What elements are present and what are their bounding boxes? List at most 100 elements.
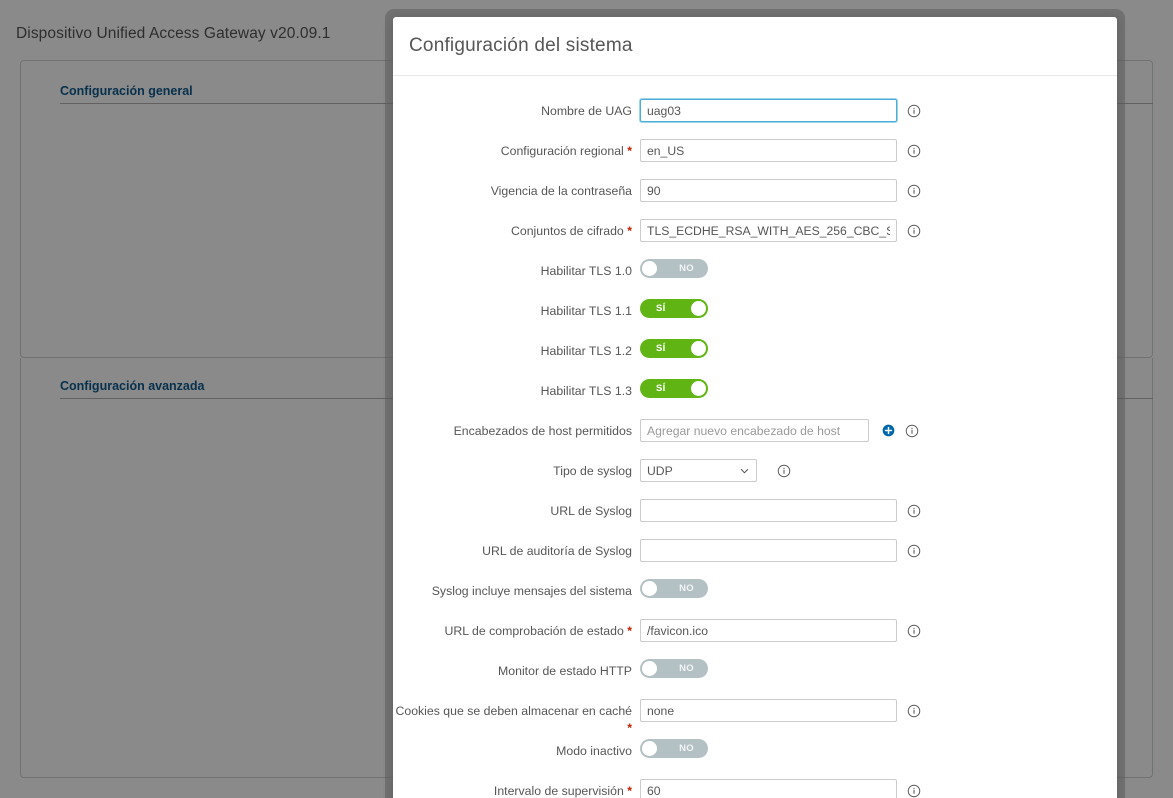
field-label-text: Modo inactivo <box>556 744 632 758</box>
required-asterisk: * <box>627 784 632 798</box>
text-input[interactable] <box>640 179 897 202</box>
info-icon[interactable] <box>907 704 921 718</box>
field-label: URL de auditoría de Syslog <box>393 538 640 560</box>
info-icon[interactable] <box>777 464 791 478</box>
field-control <box>640 698 1117 722</box>
text-input[interactable] <box>640 99 897 122</box>
field-label-text: Syslog incluye mensajes del sistema <box>431 584 632 598</box>
form-row: Tipo de syslog UDP <box>393 458 1117 498</box>
field-control: SÍ <box>640 338 1117 358</box>
info-icon[interactable] <box>907 224 921 238</box>
form-row: Habilitar TLS 1.0 NO <box>393 258 1117 298</box>
form-row: Intervalo de supervisión * <box>393 778 1117 798</box>
info-icon[interactable] <box>907 184 921 198</box>
text-input[interactable] <box>640 139 897 162</box>
toggle-knob <box>691 301 706 316</box>
form-row: Habilitar TLS 1.1 SÍ <box>393 298 1117 338</box>
text-input[interactable] <box>640 499 897 522</box>
toggle-knob <box>642 661 657 676</box>
toggle-switch[interactable]: NO <box>640 739 708 758</box>
field-label-text: Tipo de syslog <box>553 464 632 478</box>
screen: Dispositivo Unified Access Gateway v20.0… <box>0 0 1173 798</box>
field-label: Monitor de estado HTTP <box>393 658 640 680</box>
text-input[interactable] <box>640 219 897 242</box>
syslog-type-select[interactable]: UDP <box>640 459 757 482</box>
field-label-text: Intervalo de supervisión <box>493 784 624 798</box>
field-label: Conjuntos de cifrado * <box>393 218 640 240</box>
info-icon[interactable] <box>907 104 921 118</box>
form-row: Encabezados de host permitidos <box>393 418 1117 458</box>
form-row: Monitor de estado HTTP NO <box>393 658 1117 698</box>
text-input[interactable] <box>640 619 897 642</box>
field-label: Configuración regional * <box>393 138 640 160</box>
field-label-text: Habilitar TLS 1.3 <box>540 384 632 398</box>
field-label: Habilitar TLS 1.0 <box>393 258 640 280</box>
modal-header: Configuración del sistema <box>393 17 1117 76</box>
field-label: Nombre de UAG <box>393 98 640 120</box>
field-control <box>640 138 1117 162</box>
form-row: Nombre de UAG <box>393 98 1117 138</box>
toggle-state-label: SÍ <box>656 383 666 394</box>
info-icon[interactable] <box>907 504 921 518</box>
field-label: Intervalo de supervisión * <box>393 778 640 798</box>
field-label-text: Vigencia de la contraseña <box>490 184 632 198</box>
info-icon[interactable] <box>905 424 919 438</box>
toggle-state-label: SÍ <box>656 343 666 354</box>
field-label-text: Configuración regional <box>500 144 624 158</box>
field-label-text: Habilitar TLS 1.2 <box>540 344 632 358</box>
field-control <box>640 618 1117 642</box>
text-input[interactable] <box>640 419 869 442</box>
field-label-text: URL de auditoría de Syslog <box>482 544 632 558</box>
toggle-switch[interactable]: NO <box>640 579 708 598</box>
info-icon[interactable] <box>907 784 921 798</box>
select-wrapper: UDP <box>640 459 757 482</box>
field-label-text: Conjuntos de cifrado <box>510 224 624 238</box>
field-label: Habilitar TLS 1.2 <box>393 338 640 360</box>
toggle-knob <box>642 581 657 596</box>
toggle-state-label: NO <box>679 263 694 274</box>
field-control <box>640 778 1117 798</box>
toggle-state-label: NO <box>679 663 694 674</box>
form-row: Habilitar TLS 1.3 SÍ <box>393 378 1117 418</box>
info-icon[interactable] <box>907 624 921 638</box>
required-asterisk: * <box>627 720 632 735</box>
field-label-text: Monitor de estado HTTP <box>498 664 632 678</box>
toggle-switch[interactable]: NO <box>640 659 708 678</box>
form-row: URL de auditoría de Syslog <box>393 538 1117 578</box>
field-label-text: URL de Syslog <box>550 504 632 518</box>
field-label-text: Habilitar TLS 1.0 <box>540 264 632 278</box>
field-label: Tipo de syslog <box>393 458 640 480</box>
toggle-switch[interactable]: NO <box>640 259 708 278</box>
form-row: URL de comprobación de estado * <box>393 618 1117 658</box>
field-label: Modo inactivo <box>393 738 640 760</box>
field-control <box>640 98 1117 122</box>
form-row: Modo inactivo NO <box>393 738 1117 778</box>
field-control: NO <box>640 578 1117 598</box>
text-input[interactable] <box>640 699 897 722</box>
form-row: Cookies que se deben almacenar en caché * <box>393 698 1117 738</box>
text-input[interactable] <box>640 779 897 798</box>
field-label: Habilitar TLS 1.3 <box>393 378 640 400</box>
info-icon[interactable] <box>907 144 921 158</box>
field-control <box>640 178 1117 202</box>
field-control <box>640 538 1117 562</box>
field-label-text: Habilitar TLS 1.1 <box>540 304 632 318</box>
form-row: URL de Syslog <box>393 498 1117 538</box>
toggle-switch[interactable]: SÍ <box>640 299 708 318</box>
required-asterisk: * <box>627 144 632 158</box>
field-control: NO <box>640 658 1117 678</box>
add-circle-icon[interactable] <box>882 424 895 437</box>
form-row: Vigencia de la contraseña <box>393 178 1117 218</box>
text-input[interactable] <box>640 539 897 562</box>
field-control <box>640 218 1117 242</box>
field-label-text: Cookies que se deben almacenar en caché <box>395 704 632 718</box>
field-label-text: Encabezados de host permitidos <box>453 424 632 438</box>
toggle-state-label: NO <box>679 743 694 754</box>
toggle-switch[interactable]: SÍ <box>640 379 708 398</box>
field-control <box>640 498 1117 522</box>
field-control: NO <box>640 738 1117 758</box>
info-icon[interactable] <box>907 544 921 558</box>
toggle-knob <box>642 741 657 756</box>
field-label: Encabezados de host permitidos <box>393 418 640 440</box>
toggle-switch[interactable]: SÍ <box>640 339 708 358</box>
